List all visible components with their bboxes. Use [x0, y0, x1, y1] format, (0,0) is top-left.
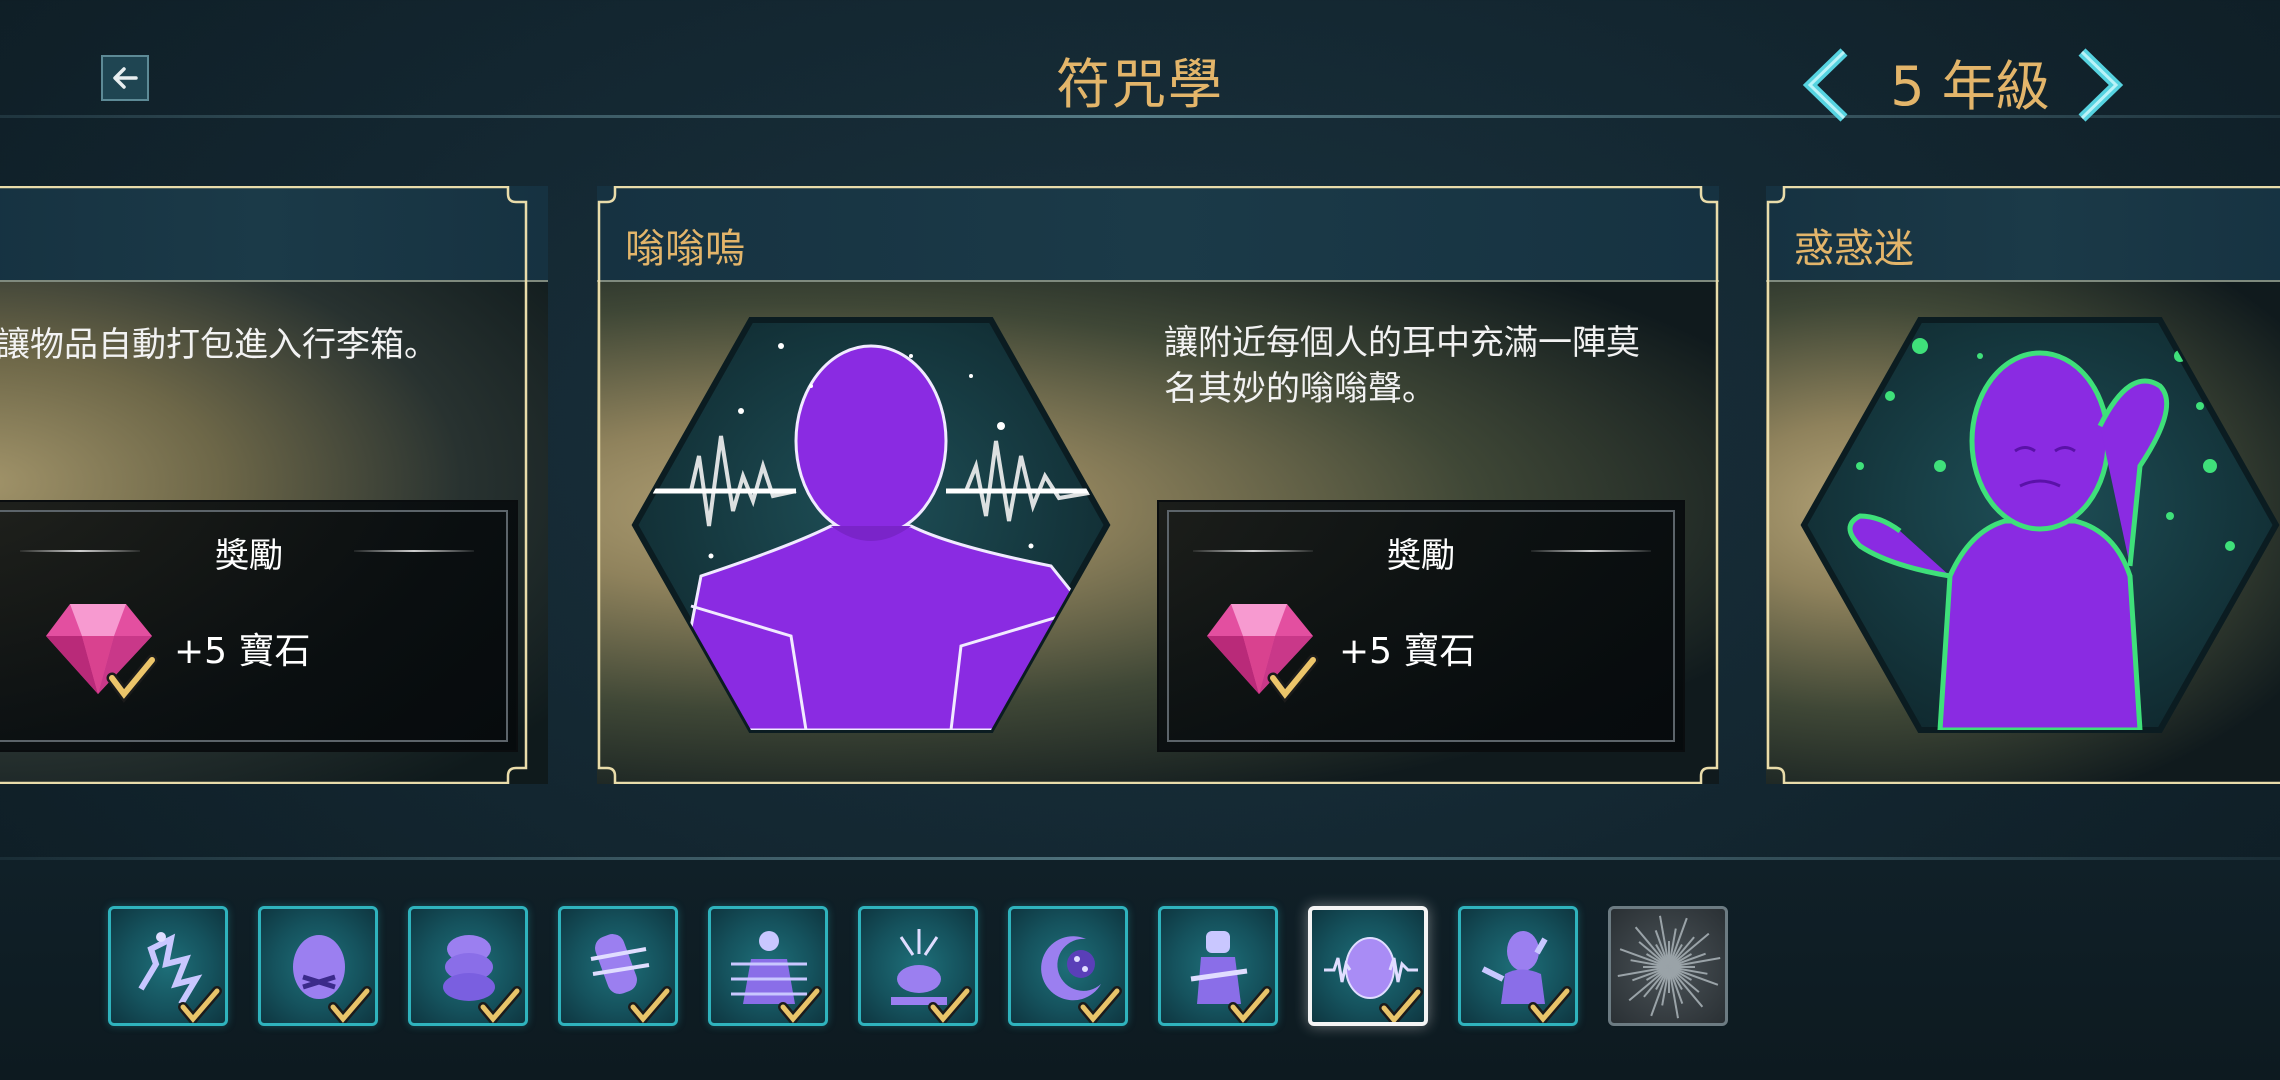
spell-tile[interactable] [1158, 906, 1278, 1026]
spell-card-current[interactable]: 嗡嗡嗚 讓附近每個人的耳中充滿一陣莫 名其妙的嗡嗡聲。 獎勵 +5 寶石 [597, 186, 1719, 784]
spell-tile[interactable] [708, 906, 828, 1026]
card-frame [597, 186, 1719, 784]
stacked-heads-icon [443, 935, 522, 1023]
spell-tile[interactable] [108, 906, 228, 1026]
impact-figure-icon [891, 929, 972, 1023]
next-year-button[interactable] [2070, 46, 2126, 124]
spell-card-previous[interactable]: 讓物品自動打包進入行李箱。 獎勵 +5 寶石 [0, 186, 548, 784]
wrapped-figure-icon [590, 934, 672, 1023]
spell-tile[interactable] [408, 906, 528, 1026]
confused-figure-icon [1481, 931, 1572, 1023]
spell-tile[interactable] [558, 906, 678, 1026]
spell-tile[interactable] [1308, 906, 1428, 1026]
spell-tile[interactable] [258, 906, 378, 1026]
spell-tile[interactable] [1458, 906, 1578, 1026]
crescent-orb-icon [1041, 936, 1122, 1023]
card-frame [0, 186, 528, 784]
previous-year-button[interactable] [1800, 46, 1856, 124]
cloaked-figure-icon [1190, 931, 1272, 1023]
card-frame [1766, 186, 2280, 784]
silenced-mask-icon [293, 935, 372, 1023]
scatter-spell-icon [138, 932, 222, 1023]
buzzing-head-icon [1324, 937, 1423, 1022]
spell-tile[interactable] [1008, 906, 1128, 1026]
chevron-left-icon [1802, 48, 1848, 122]
spell-tile[interactable] [858, 906, 978, 1026]
spell-tile[interactable] [1608, 906, 1728, 1026]
chevron-right-icon [2078, 48, 2124, 122]
robed-figure-icon [731, 931, 822, 1023]
dark-burst-icon [1617, 915, 1721, 1019]
spell-card-next[interactable]: 惑惑迷 [1766, 186, 2280, 784]
year-label: 5 年級 [1890, 55, 2050, 118]
